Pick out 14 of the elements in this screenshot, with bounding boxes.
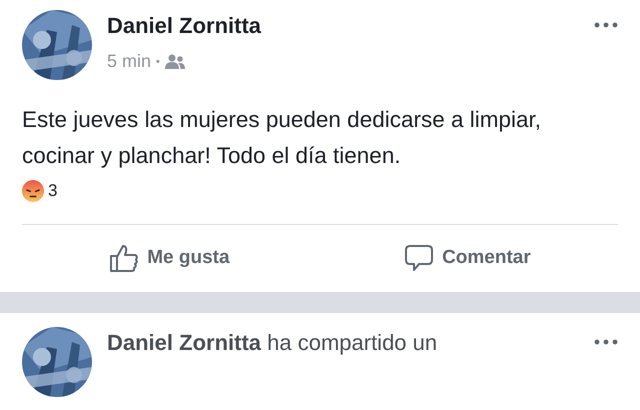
like-button[interactable]: Me gusta	[101, 239, 238, 277]
more-options-icon[interactable]	[594, 339, 618, 345]
post-time: 5 min	[107, 51, 152, 72]
more-options-icon[interactable]	[594, 22, 618, 28]
friends-icon	[164, 54, 185, 70]
post-headline: Daniel Zornitta ha compartido un	[107, 330, 438, 355]
reaction-count[interactable]: 3	[48, 181, 58, 201]
thumbs-up-icon	[109, 243, 140, 273]
separator: •	[156, 56, 160, 68]
author-name[interactable]: Daniel Zornitta	[107, 13, 262, 38]
comment-button[interactable]: Comentar	[396, 239, 539, 277]
angry-face-icon	[22, 180, 44, 202]
post-text: Este jueves las mujeres pueden dedicarse a limpiar, cocinar y planchar! Todo el día tienen.	[22, 106, 542, 170]
speech-bubble-icon	[404, 243, 434, 273]
